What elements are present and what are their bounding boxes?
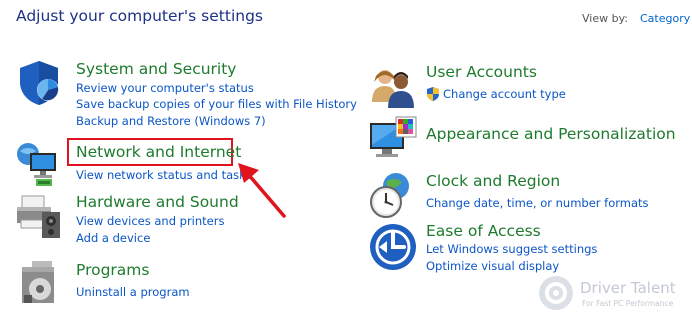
link-add-device[interactable]: Add a device (76, 231, 150, 245)
view-by-label: View by: (582, 12, 628, 25)
ease-of-access-icon[interactable] (368, 222, 418, 272)
link-file-history[interactable]: Save backup copies of your files with Fi… (76, 97, 357, 111)
link-backup-restore[interactable]: Backup and Restore (Windows 7) (76, 114, 266, 128)
view-by-dropdown[interactable]: Category (640, 12, 690, 25)
shield-icon[interactable] (14, 58, 64, 108)
network-icon[interactable] (14, 139, 64, 189)
link-network-status[interactable]: View network status and tasks (76, 168, 252, 182)
category-title-appearance[interactable]: Appearance and Personalization (426, 125, 676, 143)
link-uninstall-program[interactable]: Uninstall a program (76, 285, 190, 299)
monitor-palette-icon[interactable] (368, 115, 418, 165)
printer-icon[interactable] (14, 192, 64, 242)
link-devices-printers[interactable]: View devices and printers (76, 214, 224, 228)
watermark-tagline: For Fast PC Performance (582, 299, 674, 308)
link-change-date-time[interactable]: Change date, time, or number formats (426, 196, 649, 210)
clock-globe-icon[interactable] (368, 170, 418, 220)
category-title-user-accounts[interactable]: User Accounts (426, 63, 537, 81)
page-title: Adjust your computer's settings (16, 7, 263, 25)
category-title-network-internet[interactable]: Network and Internet (76, 143, 241, 161)
programs-icon[interactable] (14, 257, 64, 307)
users-icon[interactable] (368, 64, 418, 114)
link-change-account-type[interactable]: Change account type (443, 87, 566, 101)
watermark-gear-icon (539, 276, 573, 310)
category-title-clock-region[interactable]: Clock and Region (426, 172, 560, 190)
link-review-status[interactable]: Review your computer's status (76, 81, 254, 95)
watermark-brand: Driver Talent (580, 279, 676, 297)
category-title-programs[interactable]: Programs (76, 261, 149, 279)
link-windows-suggest[interactable]: Let Windows suggest settings (426, 242, 597, 256)
link-optimize-display[interactable]: Optimize visual display (426, 259, 559, 273)
uac-shield-icon (427, 87, 439, 101)
annotation-arrow (238, 163, 286, 218)
category-title-system-security[interactable]: System and Security (76, 60, 236, 78)
category-title-ease-of-access[interactable]: Ease of Access (426, 222, 541, 240)
category-title-hardware-sound[interactable]: Hardware and Sound (76, 193, 239, 211)
